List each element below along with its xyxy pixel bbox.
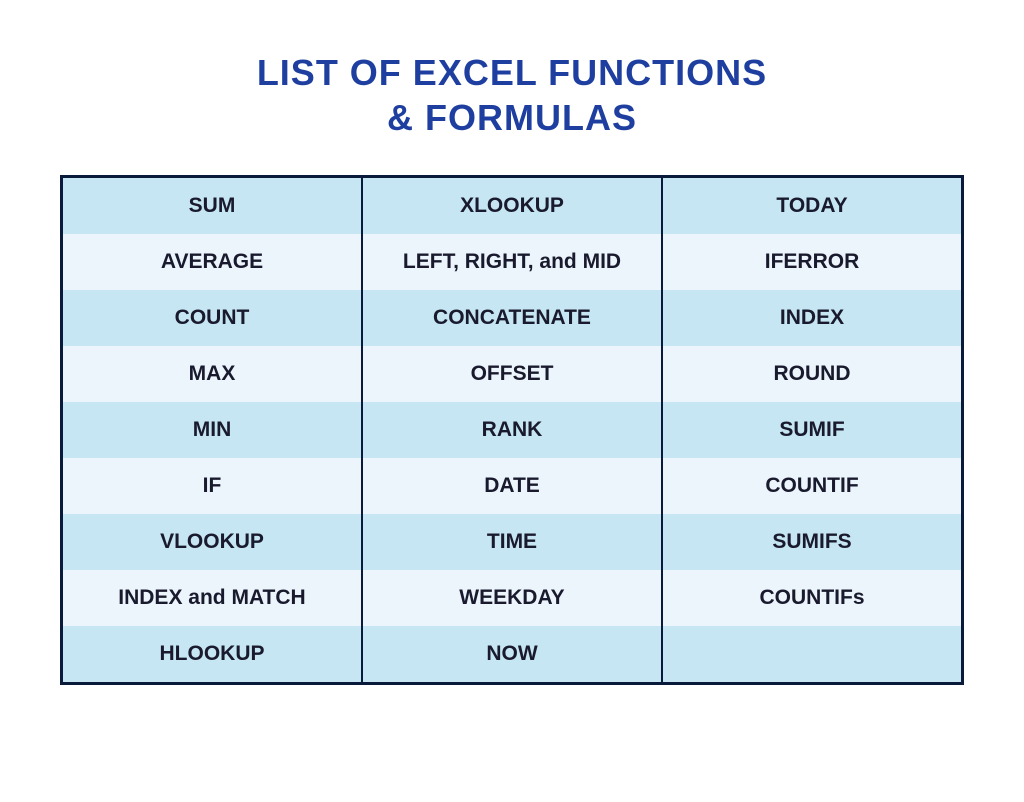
table-cell: COUNT xyxy=(63,290,363,346)
table-row: VLOOKUP TIME SUMIFS xyxy=(63,514,961,570)
table-row: SUM XLOOKUP TODAY xyxy=(63,178,961,234)
table-cell: COUNTIFs xyxy=(663,570,961,626)
title-line-2: & FORMULAS xyxy=(387,97,637,138)
table-cell: OFFSET xyxy=(363,346,663,402)
table-cell: SUM xyxy=(63,178,363,234)
table-cell: SUMIFS xyxy=(663,514,961,570)
table-cell: TIME xyxy=(363,514,663,570)
table-row: MIN RANK SUMIF xyxy=(63,402,961,458)
table-cell: COUNTIF xyxy=(663,458,961,514)
table-cell: MAX xyxy=(63,346,363,402)
table-cell: NOW xyxy=(363,626,663,682)
table-cell: AVERAGE xyxy=(63,234,363,290)
table-cell: SUMIF xyxy=(663,402,961,458)
table-cell: IF xyxy=(63,458,363,514)
table-row: INDEX and MATCH WEEKDAY COUNTIFs xyxy=(63,570,961,626)
table-cell: RANK xyxy=(363,402,663,458)
table-cell: ROUND xyxy=(663,346,961,402)
table-cell xyxy=(663,626,961,682)
table-row: AVERAGE LEFT, RIGHT, and MID IFERROR xyxy=(63,234,961,290)
table-row: MAX OFFSET ROUND xyxy=(63,346,961,402)
table-cell: DATE xyxy=(363,458,663,514)
table-cell: IFERROR xyxy=(663,234,961,290)
table-cell: VLOOKUP xyxy=(63,514,363,570)
table-cell: MIN xyxy=(63,402,363,458)
page-title: LIST OF EXCEL FUNCTIONS & FORMULAS xyxy=(60,50,964,140)
table-cell: INDEX and MATCH xyxy=(63,570,363,626)
table-cell: TODAY xyxy=(663,178,961,234)
table-cell: CONCATENATE xyxy=(363,290,663,346)
table-row: COUNT CONCATENATE INDEX xyxy=(63,290,961,346)
table-cell: HLOOKUP xyxy=(63,626,363,682)
functions-table: SUM XLOOKUP TODAY AVERAGE LEFT, RIGHT, a… xyxy=(60,175,964,685)
table-row: IF DATE COUNTIF xyxy=(63,458,961,514)
title-line-1: LIST OF EXCEL FUNCTIONS xyxy=(257,52,767,93)
table-row: HLOOKUP NOW xyxy=(63,626,961,682)
table-cell: INDEX xyxy=(663,290,961,346)
table-cell: LEFT, RIGHT, and MID xyxy=(363,234,663,290)
table-cell: WEEKDAY xyxy=(363,570,663,626)
table-cell: XLOOKUP xyxy=(363,178,663,234)
